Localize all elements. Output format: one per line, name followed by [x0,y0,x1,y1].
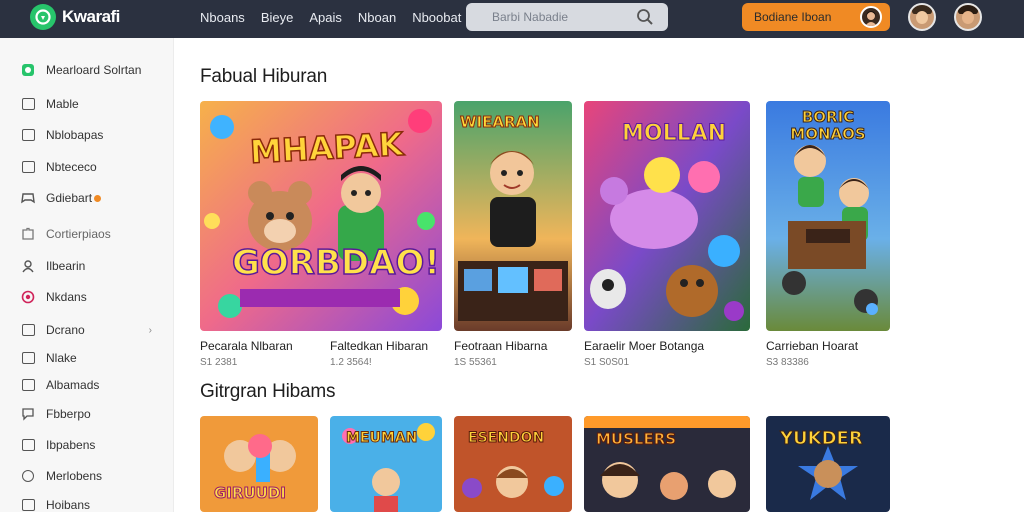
controller-icon [20,191,36,205]
record-icon [20,290,36,304]
person-icon [20,259,36,273]
game-art-title: MUSLERS [595,430,677,449]
section-title: Fabual Hiburan [200,66,328,87]
user-avatar[interactable] [954,3,982,31]
sidebar-item-label: Nblobapas [46,128,104,142]
game-meta: S1 S0S01 [584,357,630,368]
game-art-title: MOLLAN [621,121,727,147]
chat-icon [20,407,36,421]
game-title[interactable]: Faltedkan Hibaran [330,339,428,353]
game-meta: 1S 55361 [454,357,497,368]
nav-item[interactable]: Nboan [358,10,396,25]
game-art-title: ESENDON [467,430,545,447]
game-card[interactable]: MOLLAN [584,101,750,331]
game-meta: S1 2381 [200,357,238,368]
game-card[interactable]: WIEARAN [454,101,572,331]
sidebar-item-label: Nkdans [46,290,87,304]
puzzle-icon [20,227,36,241]
game-title[interactable]: Earaelir Moer Botanga [584,339,704,353]
window-icon [20,498,36,512]
sidebar-item-label: Hoibans [46,498,91,512]
window-icon [20,128,36,142]
gamepad-icon [20,63,36,77]
sidebar-item[interactable]: Cortierpiaos [20,224,160,244]
game-art-title: GIRUUDI [214,484,287,503]
sidebar: Mearloard Solrtan Mable Nblobapas Nbtece… [0,38,174,512]
nav-item[interactable]: Nboans [200,10,245,25]
sidebar-item[interactable]: Albamads [20,375,160,395]
game-card[interactable]: YUKDER [766,416,890,512]
sidebar-item[interactable]: Fbberpo [20,404,160,424]
game-title[interactable]: Carrieban Hoarat [766,339,858,353]
sidebar-item[interactable]: Hoibans [20,495,160,512]
sidebar-item-game[interactable]: Mearloard Solrtan [20,60,160,80]
search-placeholder: Barbi Nabadie [492,10,569,24]
window-icon [20,160,36,174]
sidebar-item-label: Cortierpiaos [46,227,111,241]
sidebar-item[interactable]: Nlake [20,348,160,368]
badge-icon [94,194,102,202]
window-icon [20,351,36,365]
game-card[interactable]: MEUMAN [330,416,442,512]
game-thumbnail [454,101,572,331]
sidebar-item-label: Dcrano [46,323,85,337]
nav-item[interactable]: Apais [309,10,342,25]
game-meta: 1.2 3564! [330,357,372,368]
sidebar-item-label: Albamads [46,378,100,392]
nav-item[interactable]: Nboobat [412,10,461,25]
game-meta: S3 83386 [766,357,809,368]
nav-item[interactable]: Bieye [261,10,294,25]
sidebar-item-label: Ibpabens [46,438,96,452]
game-art-subtitle: GORBDAO! [231,242,440,284]
game-art-title: YUKDER [780,428,864,450]
game-art-title: BORIC MONAOS [790,108,866,143]
app-logo[interactable]: Kwarafi [30,4,120,30]
window-icon [20,97,36,111]
search-input[interactable]: Barbi Nabadie [466,3,668,31]
section-title: Gitrgran Hibams [200,381,336,402]
search-icon[interactable] [636,8,654,31]
game-card[interactable]: MUSLERS [584,416,750,512]
game-art-title: MHAPAK [248,124,405,171]
window-icon [20,323,36,337]
sidebar-item-label: Mable [46,97,79,111]
sidebar-item-label: Nlake [46,351,77,365]
cta-label: Bodiane Iboan [754,10,832,24]
sidebar-item[interactable]: Nbtececo [20,157,160,177]
sidebar-item-label: Merlobens [46,469,103,483]
game-art-title: MEUMAN [345,430,418,447]
sidebar-item[interactable]: Dcrano › [20,320,160,340]
app-name: Kwarafi [62,7,120,26]
game-card[interactable]: MHAPAK GORBDAO! [200,101,442,331]
game-title[interactable]: Pecarala Nlbaran [200,339,293,353]
sidebar-item[interactable]: Nblobapas [20,125,160,145]
chevron-right-icon[interactable]: › [149,325,152,336]
game-card[interactable]: GIRUUDI [200,416,318,512]
sidebar-item[interactable]: Ibpabens [20,435,160,455]
logo-icon [30,4,56,30]
window-icon [20,438,36,452]
sidebar-item[interactable]: Gdiebart [20,188,160,208]
sidebar-item-label: Nbtececo [46,160,97,174]
top-nav: Nboans Bieye Apais Nboan Nboobat [200,0,477,34]
cta-avatar [860,6,882,28]
sidebar-item[interactable]: Ilbearin [20,256,160,276]
top-bar: Kwarafi Nboans Bieye Apais Nboan Nboobat… [0,0,1024,38]
sidebar-item-active[interactable]: Nkdans [20,287,160,307]
window-icon [20,378,36,392]
game-title[interactable]: Feotraan Hibarna [454,339,547,353]
game-card[interactable]: BORIC MONAOS [766,101,890,331]
sidebar-item[interactable]: Merlobens [20,466,160,486]
cta-button[interactable]: Bodiane Iboan [742,3,890,31]
game-art-title: WIEARAN [460,113,541,132]
user-avatar[interactable] [908,3,936,31]
sidebar-item-label: Mearloard Solrtan [46,63,142,77]
globe-icon [20,469,36,483]
sidebar-item-label: Ilbearin [46,259,86,273]
game-card[interactable]: ESENDON [454,416,572,512]
sidebar-item-label: Gdiebart [46,191,93,205]
sidebar-item[interactable]: Mable [20,94,160,114]
sidebar-item-label: Fbberpo [46,407,91,421]
